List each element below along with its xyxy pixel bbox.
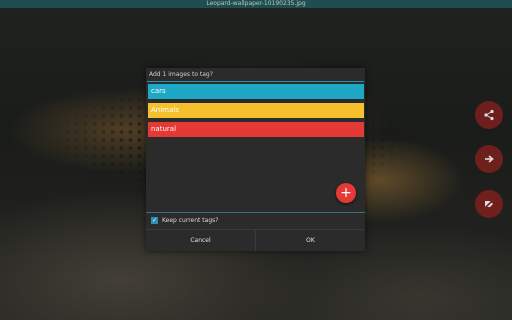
next-button[interactable] xyxy=(475,145,503,173)
remove-tag-button[interactable] xyxy=(475,190,503,218)
tag-item-cars[interactable]: cars xyxy=(148,84,364,99)
dialog-buttons: Cancel OK xyxy=(146,229,365,251)
share-button[interactable] xyxy=(475,101,503,129)
dialog-title: Add 1 images to tag? xyxy=(149,71,213,78)
checkmark-icon: ✓ xyxy=(151,217,158,224)
tag-label: natural xyxy=(151,125,177,133)
tag-dialog: Add 1 images to tag? cars Animals natura… xyxy=(146,68,365,251)
keep-tags-label: Keep current tags? xyxy=(162,217,219,224)
file-title: Leopard-wallpaper-10190235.jpg xyxy=(206,0,306,7)
tag-label: Animals xyxy=(151,106,179,114)
tag-label: cars xyxy=(151,87,166,95)
tag-item-animals[interactable]: Animals xyxy=(148,103,364,118)
arrow-right-icon xyxy=(485,155,494,163)
add-tag-button[interactable]: + xyxy=(336,183,356,203)
keep-tags-row[interactable]: ✓ Keep current tags? xyxy=(146,212,365,228)
ok-button[interactable]: OK xyxy=(255,230,365,251)
label-off-icon xyxy=(483,198,495,210)
plus-icon: + xyxy=(340,185,352,201)
cancel-button[interactable]: Cancel xyxy=(146,230,255,251)
tag-item-natural[interactable]: natural xyxy=(148,122,364,137)
title-bar: Leopard-wallpaper-10190235.jpg xyxy=(0,0,512,8)
tag-list: cars Animals natural xyxy=(146,82,365,137)
keep-tags-checkbox[interactable]: ✓ xyxy=(151,217,158,224)
share-icon xyxy=(484,109,494,121)
